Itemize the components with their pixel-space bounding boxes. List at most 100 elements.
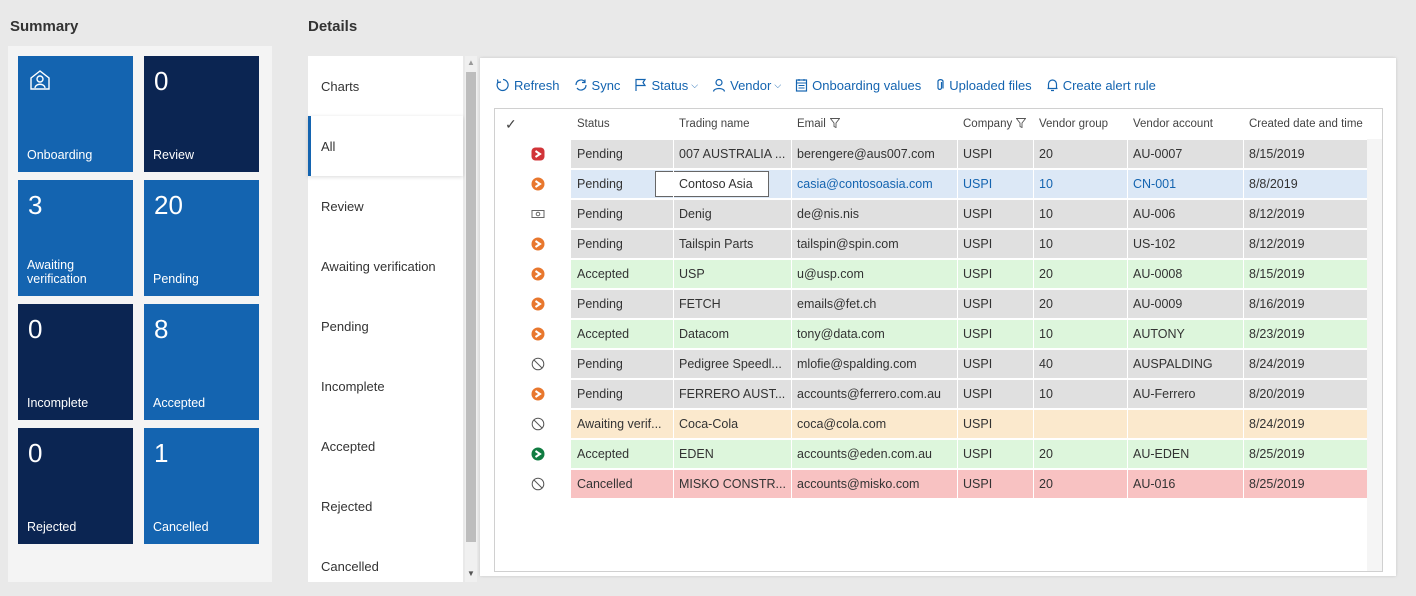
cell-email[interactable]: u@usp.com [797, 259, 955, 289]
table-row[interactable]: Pending Tailspin Parts tailspin@spin.com US… [495, 229, 1368, 259]
cell-vendor-group[interactable]: 10 [1039, 199, 1125, 229]
cell-vendor-account[interactable]: AU-016 [1133, 469, 1241, 499]
cell-created[interactable]: 8/20/2019 [1249, 379, 1366, 409]
cell-trading-name[interactable]: Pedigree Speedl... [679, 349, 789, 379]
cell-vendor-group[interactable]: 10 [1039, 169, 1125, 199]
tile-pending[interactable]: 20 Pending [144, 180, 259, 296]
cell-vendor-account[interactable]: AU-0007 [1133, 139, 1241, 169]
tile-onboarding[interactable]: Onboarding [18, 56, 133, 172]
cell-vendor-group[interactable]: 10 [1039, 319, 1125, 349]
cell-created[interactable]: 8/25/2019 [1249, 469, 1366, 499]
cell-status[interactable]: Awaiting verif... [577, 409, 671, 439]
nav-item-all[interactable]: All [308, 116, 463, 176]
cell-vendor-group[interactable]: 20 [1039, 439, 1125, 469]
cell-vendor-group[interactable]: 10 [1039, 229, 1125, 259]
cell-email[interactable]: de@nis.nis [797, 199, 955, 229]
onboarding-values-button[interactable]: Onboarding values [795, 78, 921, 93]
column-header-vendor-group[interactable]: Vendor group [1039, 109, 1108, 139]
cell-status[interactable]: Pending [577, 199, 671, 229]
cell-vendor-account[interactable] [1133, 409, 1241, 439]
refresh-button[interactable]: Refresh [496, 78, 560, 93]
cell-created[interactable]: 8/24/2019 [1249, 409, 1366, 439]
nav-item-incomplete[interactable]: Incomplete [308, 356, 463, 416]
cell-company[interactable]: USPI [963, 319, 1031, 349]
tile-awaiting-verification[interactable]: 3 Awaiting verification [18, 180, 133, 296]
nav-item-cancelled[interactable]: Cancelled [308, 536, 463, 596]
cell-vendor-group[interactable] [1039, 409, 1125, 439]
status-menu-button[interactable]: Status ⌵ [634, 78, 698, 93]
cell-created[interactable]: 8/16/2019 [1249, 289, 1366, 319]
cell-status[interactable]: Pending [577, 289, 671, 319]
cell-email[interactable]: tony@data.com [797, 319, 955, 349]
cell-status[interactable]: Pending [577, 229, 671, 259]
cell-status[interactable]: Pending [577, 349, 671, 379]
cell-company[interactable]: USPI [963, 169, 1031, 199]
column-header-vendor-account[interactable]: Vendor account [1133, 109, 1213, 139]
cell-trading-name[interactable]: 007 AUSTRALIA ... [679, 139, 789, 169]
cell-email[interactable]: mlofie@spalding.com [797, 349, 955, 379]
cell-created[interactable]: 8/15/2019 [1249, 259, 1366, 289]
column-header-email[interactable]: Email [797, 109, 841, 139]
cell-status[interactable]: Accepted [577, 319, 671, 349]
table-row[interactable]: Pending Denig de@nis.nis USPI 10 AU-006 8/12/2… [495, 199, 1368, 229]
cell-company[interactable]: USPI [963, 469, 1031, 499]
cell-created[interactable]: 8/25/2019 [1249, 439, 1366, 469]
cell-company[interactable]: USPI [963, 349, 1031, 379]
cell-vendor-account[interactable]: CN-001 [1133, 169, 1241, 199]
column-header-created-date-and-time[interactable]: Created date and time [1249, 109, 1363, 139]
scroll-down-icon[interactable]: ▼ [467, 569, 475, 578]
uploaded-files-button[interactable]: Uploaded files [935, 78, 1032, 93]
cell-status[interactable]: Accepted [577, 439, 671, 469]
cell-company[interactable]: USPI [963, 199, 1031, 229]
cell-vendor-account[interactable]: AU-EDEN [1133, 439, 1241, 469]
cell-trading-name[interactable]: EDEN [679, 439, 789, 469]
cell-vendor-account[interactable]: AU-006 [1133, 199, 1241, 229]
cell-company[interactable]: USPI [963, 139, 1031, 169]
cell-vendor-account[interactable]: AUTONY [1133, 319, 1241, 349]
tile-rejected[interactable]: 0 Rejected [18, 428, 133, 544]
cell-company[interactable]: USPI [963, 409, 1031, 439]
cell-email[interactable]: emails@fet.ch [797, 289, 955, 319]
cell-trading-name[interactable]: Datacom [679, 319, 789, 349]
column-header-company[interactable]: Company [963, 109, 1027, 139]
cell-vendor-account[interactable]: AU-0009 [1133, 289, 1241, 319]
tile-accepted[interactable]: 8 Accepted [144, 304, 259, 420]
cell-trading-name[interactable]: Contoso Asia [679, 169, 789, 199]
cell-vendor-account[interactable]: AU-Ferrero [1133, 379, 1241, 409]
cell-vendor-group[interactable]: 20 [1039, 259, 1125, 289]
table-row[interactable]: Accepted EDEN accounts@eden.com.au USPI 20 AU… [495, 439, 1368, 469]
cell-email[interactable]: casia@contosoasia.com [797, 169, 955, 199]
nav-item-rejected[interactable]: Rejected [308, 476, 463, 536]
cell-trading-name[interactable]: MISKO CONSTR... [679, 469, 789, 499]
cell-status[interactable]: Pending [577, 379, 671, 409]
column-header-trading-name[interactable]: Trading name [679, 109, 750, 139]
cell-email[interactable]: tailspin@spin.com [797, 229, 955, 259]
table-row[interactable]: Pending Contoso Asia casia@contosoasia.com… [495, 169, 1368, 199]
cell-vendor-account[interactable]: US-102 [1133, 229, 1241, 259]
cell-trading-name[interactable]: USP [679, 259, 789, 289]
cell-trading-name[interactable]: Denig [679, 199, 789, 229]
cell-status[interactable]: Pending [577, 139, 671, 169]
cell-email[interactable]: accounts@misko.com [797, 469, 955, 499]
table-row[interactable]: Pending FERRERO AUST... accounts@ferrero.c… [495, 379, 1368, 409]
select-all-checkmark-icon[interactable]: ✓ [505, 109, 517, 139]
cell-status[interactable]: Cancelled [577, 469, 671, 499]
tile-review[interactable]: 0 Review [144, 56, 259, 172]
nav-item-pending[interactable]: Pending [308, 296, 463, 356]
cell-company[interactable]: USPI [963, 259, 1031, 289]
cell-email[interactable]: berengere@aus007.com [797, 139, 955, 169]
cell-created[interactable]: 8/8/2019 [1249, 169, 1366, 199]
nav-item-accepted[interactable]: Accepted [308, 416, 463, 476]
cell-trading-name[interactable]: Coca-Cola [679, 409, 789, 439]
cell-vendor-group[interactable]: 20 [1039, 139, 1125, 169]
column-header-status[interactable]: Status [577, 109, 610, 139]
nav-scroll-thumb[interactable] [466, 72, 476, 542]
nav-item-review[interactable]: Review [308, 176, 463, 236]
tile-incomplete[interactable]: 0 Incomplete [18, 304, 133, 420]
nav-scrollbar[interactable]: ▲ ▼ [465, 56, 477, 582]
cell-vendor-account[interactable]: AUSPALDING [1133, 349, 1241, 379]
cell-trading-name[interactable]: FETCH [679, 289, 789, 319]
cell-status[interactable]: Accepted [577, 259, 671, 289]
cell-vendor-group[interactable]: 20 [1039, 289, 1125, 319]
cell-company[interactable]: USPI [963, 379, 1031, 409]
